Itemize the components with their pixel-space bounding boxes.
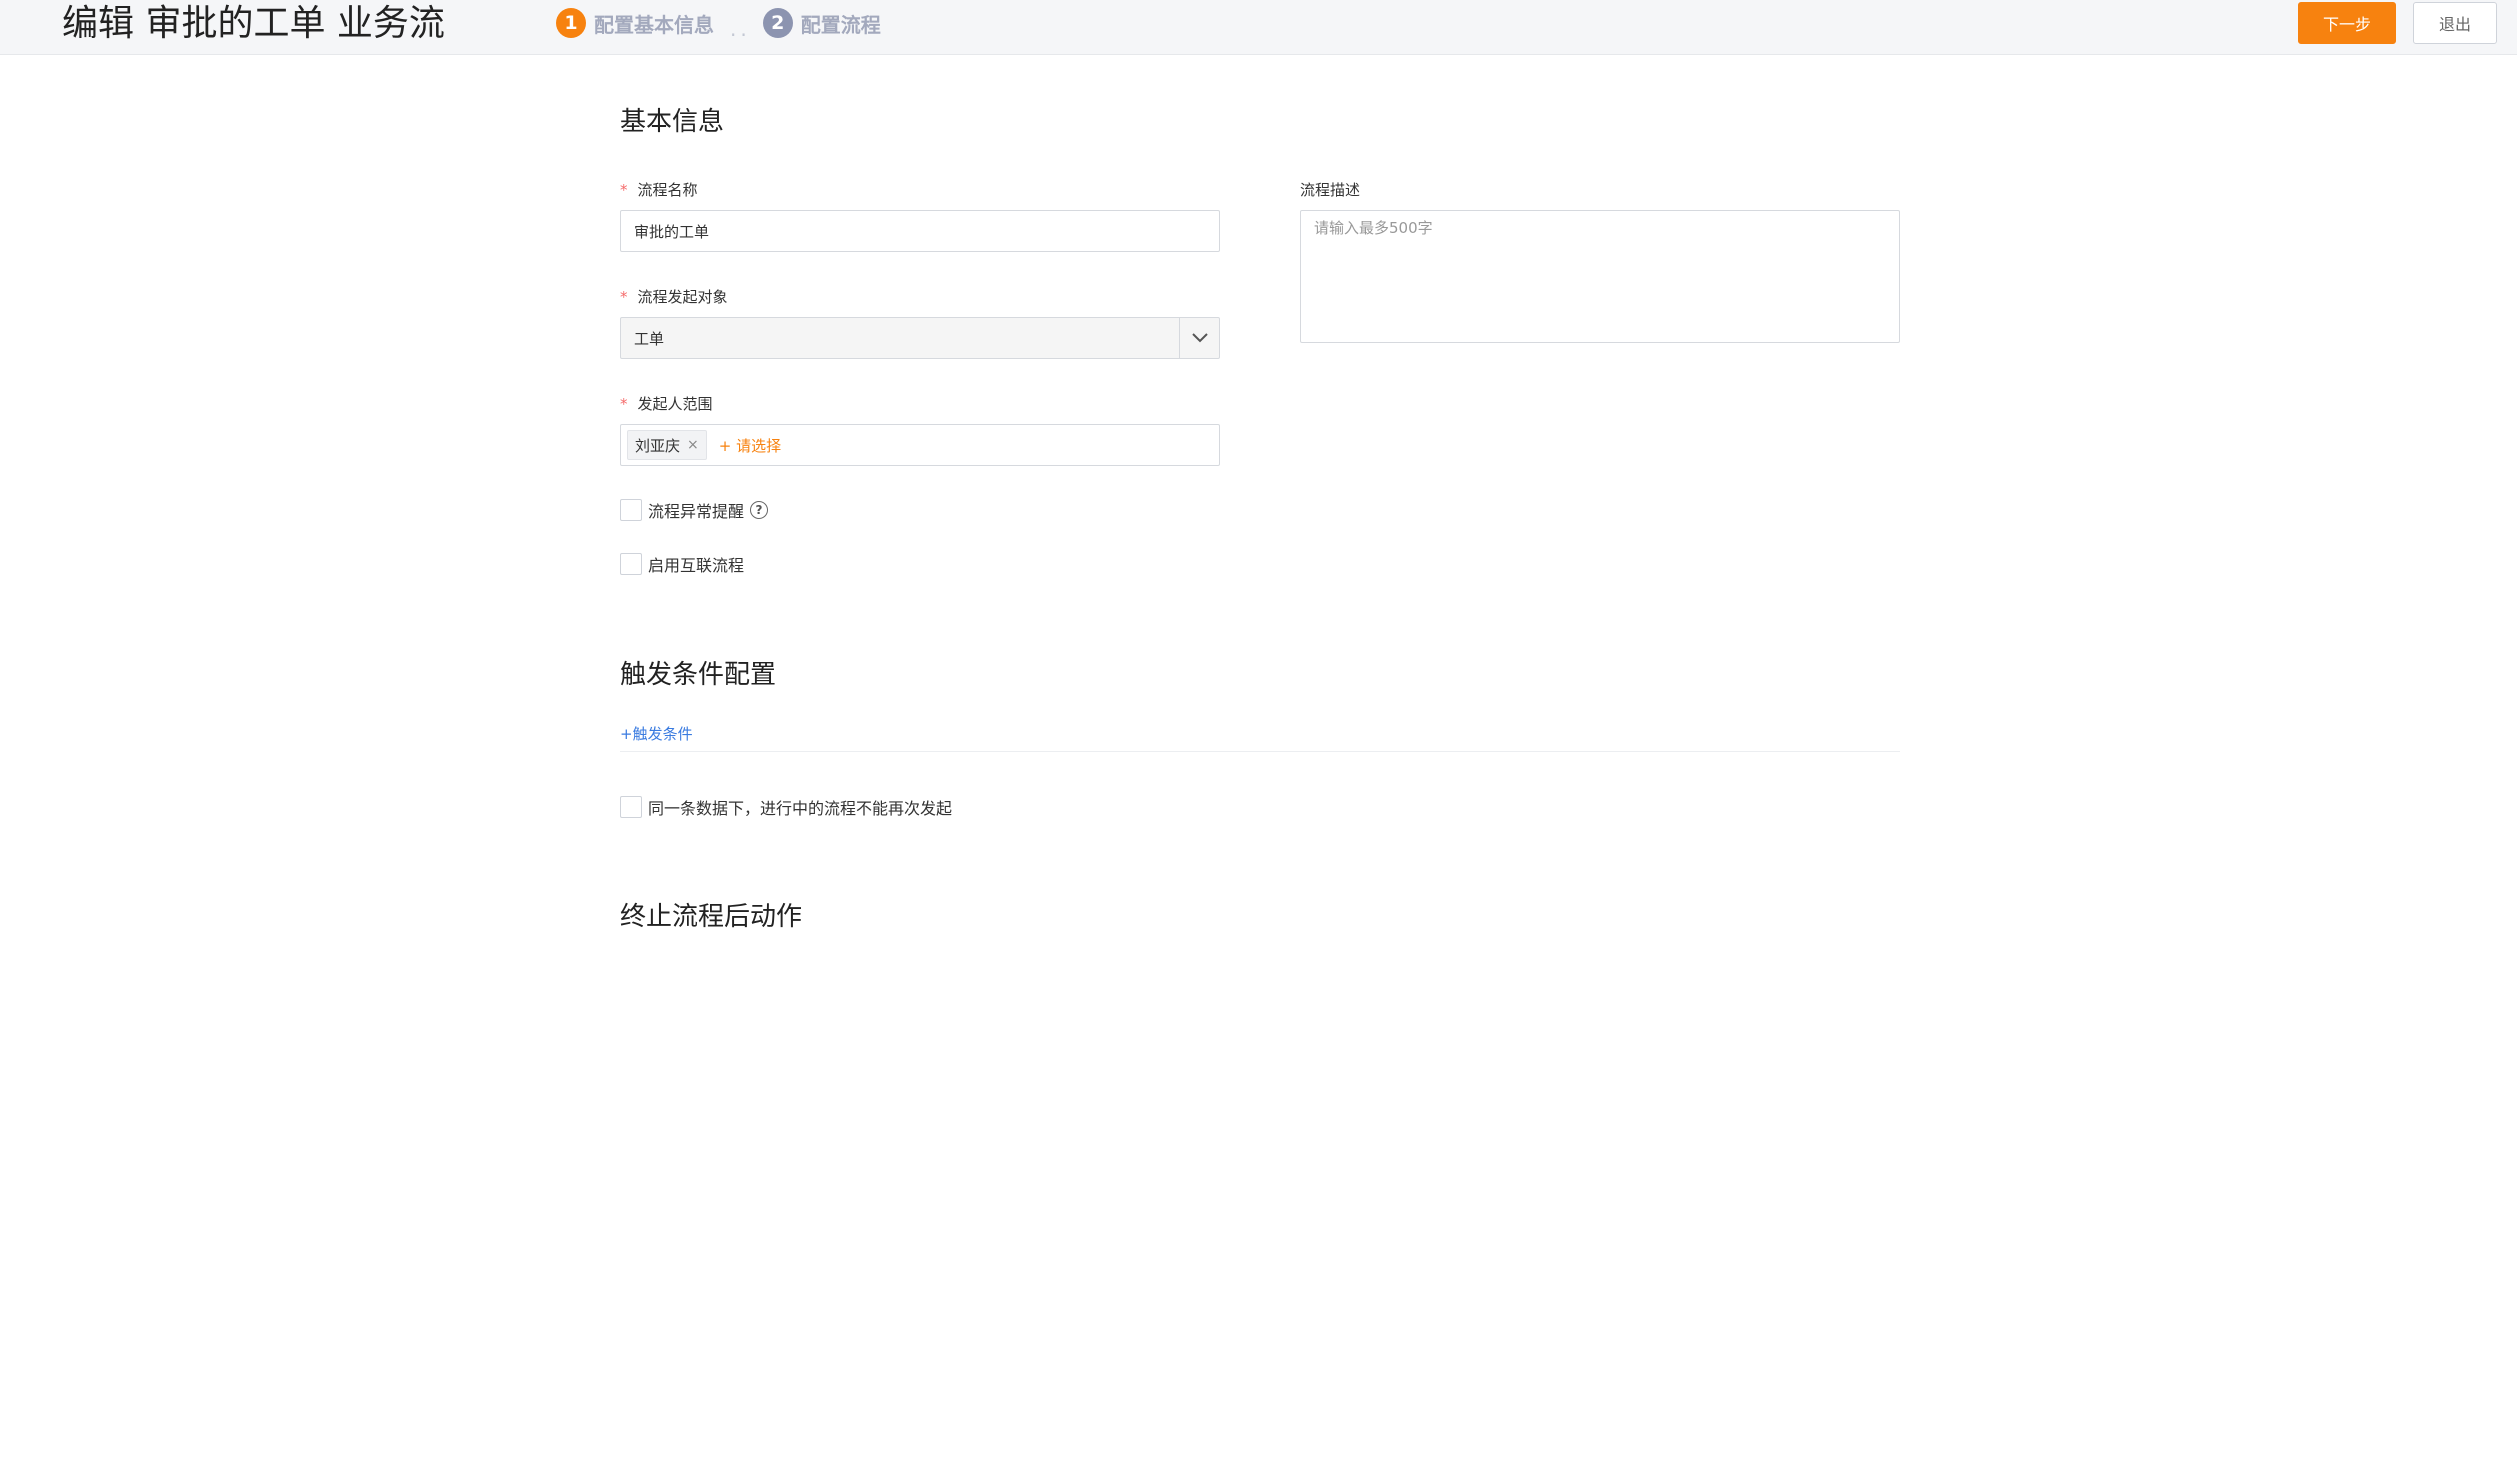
stepper: 1 配置基本信息 .. 2 配置流程 bbox=[556, 8, 881, 41]
no-repeat-checkbox[interactable] bbox=[620, 796, 642, 818]
chevron-down-icon[interactable] bbox=[1179, 318, 1219, 358]
initiator-object-label: * 流程发起对象 bbox=[620, 288, 728, 306]
description-label: 流程描述 bbox=[1300, 181, 1361, 199]
process-name-label: * 流程名称 bbox=[620, 181, 698, 199]
terminate-title: 终止流程后动作 bbox=[620, 902, 803, 932]
initiator-scope-input[interactable]: 刘亚庆 × + 请选择 bbox=[620, 424, 1220, 466]
page-title: 编辑 审批的工单 业务流 bbox=[62, 3, 445, 44]
interconnect-row: 启用互联流程 bbox=[620, 552, 744, 576]
add-trigger-link[interactable]: +触发条件 bbox=[620, 723, 693, 744]
exception-alert-row: 流程异常提醒 ? bbox=[620, 498, 769, 522]
exit-button[interactable]: 退出 bbox=[2413, 2, 2497, 44]
step-label-1: 配置基本信息 bbox=[594, 12, 714, 37]
trigger-divider bbox=[620, 751, 1900, 752]
next-step-button[interactable]: 下一步 bbox=[2298, 2, 2396, 44]
step-separator: .. bbox=[730, 17, 751, 41]
trigger-title: 触发条件配置 bbox=[620, 660, 777, 690]
required-mark: * bbox=[620, 181, 628, 199]
required-mark: * bbox=[620, 288, 628, 306]
initiator-object-select[interactable]: 工单 bbox=[620, 317, 1220, 359]
interconnect-checkbox[interactable] bbox=[620, 553, 642, 575]
step-configure-flow[interactable]: 2 配置流程 bbox=[762, 8, 881, 38]
step-number-1: 1 bbox=[556, 8, 586, 38]
basic-info-title: 基本信息 bbox=[620, 107, 725, 137]
step-label-2: 配置流程 bbox=[800, 12, 881, 37]
exception-alert-checkbox[interactable] bbox=[620, 499, 642, 521]
initiator-object-value: 工单 bbox=[634, 329, 665, 348]
help-icon[interactable]: ? bbox=[750, 501, 769, 519]
process-name-input[interactable]: 审批的工单 bbox=[620, 210, 1220, 252]
top-header: 编辑 审批的工单 业务流 1 配置基本信息 .. 2 配置流程 下一步 退出 bbox=[0, 0, 2517, 55]
step-basic-info[interactable]: 1 配置基本信息 bbox=[556, 8, 714, 38]
no-repeat-label: 同一条数据下，进行中的流程不能再次发起 bbox=[648, 799, 953, 818]
no-repeat-row: 同一条数据下，进行中的流程不能再次发起 bbox=[620, 795, 952, 819]
exception-alert-label: 流程异常提醒 bbox=[648, 502, 745, 521]
close-icon[interactable]: × bbox=[687, 437, 699, 453]
required-mark: * bbox=[620, 395, 628, 413]
tag-label: 刘亚庆 bbox=[635, 436, 681, 455]
interconnect-label: 启用互联流程 bbox=[648, 556, 745, 575]
initiator-scope-label: * 发起人范围 bbox=[620, 395, 713, 413]
description-textarea[interactable]: 请输入最多500字 bbox=[1300, 210, 1900, 343]
selected-user-tag: 刘亚庆 × bbox=[627, 430, 707, 460]
add-initiator-link[interactable]: + 请选择 bbox=[719, 435, 781, 456]
step-number-2: 2 bbox=[762, 8, 793, 38]
